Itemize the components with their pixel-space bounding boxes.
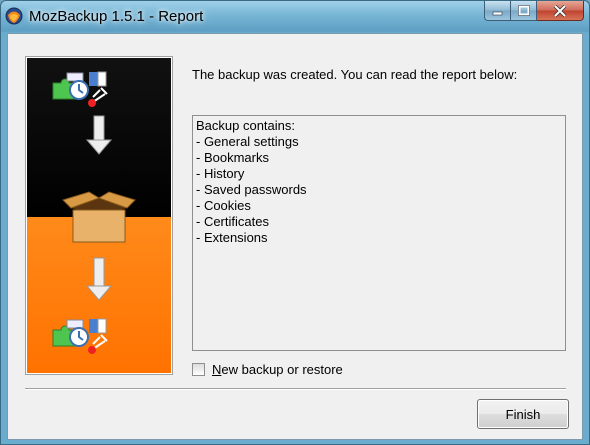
- maximize-button[interactable]: [511, 1, 537, 21]
- report-message: The backup was created. You can read the…: [192, 67, 518, 82]
- window-title: MozBackup 1.5.1 - Report: [29, 8, 204, 25]
- mozbackup-app-icon: [5, 7, 23, 25]
- dialog-client-area: The backup was created. You can read the…: [7, 33, 583, 440]
- new-backup-option[interactable]: New backup or restore: [192, 362, 343, 377]
- report-line: - Saved passwords: [196, 182, 307, 197]
- report-line: - Cookies: [196, 198, 251, 213]
- report-line: - Certificates: [196, 214, 269, 229]
- report-line: - General settings: [196, 134, 299, 149]
- close-button[interactable]: [537, 1, 584, 21]
- separator: [25, 388, 566, 390]
- caption-buttons: [484, 1, 584, 23]
- finish-button[interactable]: Finish: [477, 399, 569, 429]
- report-line: Backup contains:: [196, 118, 296, 133]
- new-backup-label-text: ew backup or restore: [221, 362, 343, 377]
- title-bar[interactable]: MozBackup 1.5.1 - Report: [1, 1, 589, 33]
- maximize-icon: [517, 5, 530, 16]
- side-image-frame: [25, 56, 173, 375]
- backup-illustration: [27, 58, 171, 373]
- report-line: - Extensions: [196, 230, 268, 245]
- new-backup-label[interactable]: New backup or restore: [212, 362, 343, 377]
- new-backup-checkbox[interactable]: [192, 363, 205, 376]
- box-icon: [62, 191, 136, 243]
- report-textbox[interactable]: Backup contains: - General settings - Bo…: [192, 115, 566, 351]
- close-icon: [553, 4, 567, 17]
- report-line: - Bookmarks: [196, 150, 269, 165]
- report-window: MozBackup 1.5.1 - Report The backup was …: [0, 0, 590, 445]
- new-backup-hotkey: N: [212, 362, 222, 377]
- minimize-icon: [492, 11, 502, 15]
- minimize-button[interactable]: [484, 1, 511, 21]
- report-line: - History: [196, 166, 245, 181]
